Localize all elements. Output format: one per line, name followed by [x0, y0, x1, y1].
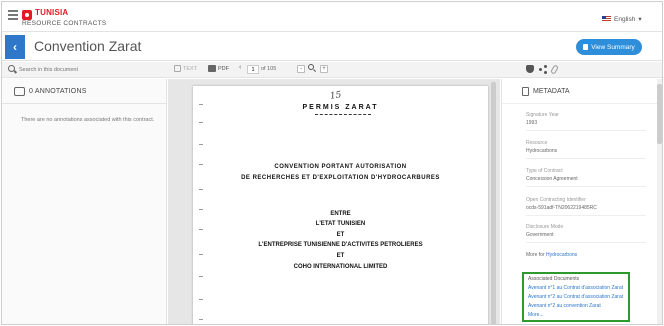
annotations-panel: 0 ANNOTATIONS There are no annotations a…	[2, 79, 167, 324]
meta-label: Disclosure Mode	[526, 224, 564, 230]
language-label: English	[614, 15, 636, 23]
associated-documents-title: Associated Documents	[528, 276, 580, 282]
meta-label: Type of Contract	[526, 168, 563, 174]
back-button[interactable]: ‹	[5, 35, 25, 59]
document-line: CONVENTION PORTANT AUTORISATION	[274, 164, 407, 170]
metadata-title: METADATA	[533, 88, 570, 95]
app-window: TUNISIA RESOURCE CONTRACTS English ▾ ‹ C…	[1, 1, 663, 325]
comment-icon	[14, 87, 25, 96]
associated-document-link[interactable]: Avenant n°1 au Contrat d'association Zar…	[528, 284, 624, 293]
associated-documents-more-link[interactable]: More...	[528, 311, 624, 320]
chevron-down-icon: ▾	[638, 16, 642, 23]
share-icon[interactable]	[539, 65, 547, 74]
associated-documents: Associated Documents Avenant n°1 au Cont…	[522, 272, 630, 322]
meta-contract-type: Type of Contract Concession Agreement	[526, 168, 646, 187]
viewer-scrollbar[interactable]	[491, 82, 496, 324]
meta-signature-year: Signature Year 1993	[526, 112, 646, 131]
zoom-in-button[interactable]: +	[320, 65, 328, 73]
meta-value: Hydrocarbons	[526, 148, 558, 154]
prev-page-button[interactable]: ‹	[239, 64, 241, 71]
document-icon	[522, 87, 529, 96]
page-title: Convention Zarat	[34, 38, 142, 54]
view-summary-label: View Summary	[591, 43, 635, 51]
search-input[interactable]	[19, 64, 159, 75]
meta-label: Open Contracting Identifier	[526, 197, 586, 203]
title-bar: ‹ Convention Zarat View Summary	[2, 33, 662, 61]
document-line: DE RECHERCHES ET D'EXPLOITATION D'HYDROC…	[241, 175, 440, 181]
annotations-title: 0 ANNOTATIONS	[29, 88, 87, 95]
tunisia-flag-icon	[22, 10, 32, 20]
document-line: ET	[336, 253, 345, 259]
meta-disclosure-mode: Disclosure Mode Government	[526, 224, 646, 243]
attachment-icon[interactable]	[550, 64, 559, 75]
meta-value: Government	[526, 232, 554, 238]
more-for-link[interactable]: Hydrocarbons	[546, 252, 577, 258]
document-icon	[583, 44, 589, 50]
meta-value: 1993	[526, 120, 538, 126]
meta-value: Concession Agreement	[526, 176, 578, 182]
meta-label: Resource	[526, 140, 548, 146]
document-actions	[526, 64, 559, 75]
handwritten-annotation: 15	[329, 90, 343, 102]
view-summary-button[interactable]: View Summary	[576, 39, 642, 55]
pdf-icon	[208, 65, 216, 72]
document-line: ET	[336, 232, 345, 238]
page-count: of 105	[261, 66, 277, 72]
meta-label: Signature Year	[526, 112, 559, 118]
download-icon[interactable]	[526, 65, 534, 73]
more-for-prefix: More for	[526, 252, 547, 258]
document-line: ENTRE	[330, 211, 351, 217]
text-icon	[174, 65, 181, 72]
metadata-scrollbar[interactable]	[657, 79, 662, 324]
text-view-button[interactable]: TEXT	[174, 65, 197, 72]
text-view-label: TEXT	[183, 65, 198, 72]
us-flag-icon	[602, 16, 611, 22]
annotations-empty-message: There are no annotations associated with…	[21, 117, 155, 123]
zoom-icon	[308, 64, 317, 73]
brand-country[interactable]: TUNISIA	[35, 8, 68, 17]
meta-resource: Resource Hydrocarbons	[526, 140, 646, 159]
metadata-header: METADATA	[502, 79, 662, 104]
associated-document-link[interactable]: Avenant n°2 au convention Zarat	[528, 302, 624, 311]
document-toolbar: TEXT PDF ‹ of 105 - +	[2, 62, 662, 78]
brand-subtitle: RESOURCE CONTRACTS	[22, 20, 107, 27]
metadata-panel: METADATA Signature Year 1993 Resource Hy…	[501, 79, 662, 324]
heading-underline	[315, 114, 371, 115]
document-page: 15 PERMIS ZARAT CONVENTION PORTANT AUTOR…	[193, 86, 488, 324]
document-line: L'ETAT TUNISIEN	[315, 221, 366, 227]
document-viewer[interactable]: 15 PERMIS ZARAT CONVENTION PORTANT AUTOR…	[168, 79, 500, 324]
language-selector[interactable]: English ▾	[602, 12, 650, 26]
pdf-view-button[interactable]: PDF	[208, 65, 229, 72]
document-heading: PERMIS ZARAT	[302, 104, 379, 111]
menu-icon[interactable]	[8, 10, 18, 22]
document-line: COHO INTERNATIONAL LIMITED	[293, 264, 388, 270]
meta-ocid: Open Contracting Identifier ocds-591adf-…	[526, 197, 646, 216]
search-icon	[8, 65, 15, 72]
annotations-header: 0 ANNOTATIONS	[2, 79, 166, 104]
pdf-view-label: PDF	[218, 65, 229, 72]
page-number-input[interactable]	[247, 65, 259, 74]
zoom-out-button[interactable]: -	[297, 65, 305, 73]
top-bar: TUNISIA RESOURCE CONTRACTS English ▾	[2, 2, 662, 32]
meta-value: ocds-591adf-TN2062219485RC	[526, 205, 597, 211]
document-line: L'ENTREPRISE TUNISIENNE D'ACTIVITES PETR…	[258, 242, 423, 248]
more-for: More for Hydrocarbons	[526, 252, 577, 258]
associated-document-link[interactable]: Avenant n°2 au Contrat d'association Zar…	[528, 293, 624, 302]
